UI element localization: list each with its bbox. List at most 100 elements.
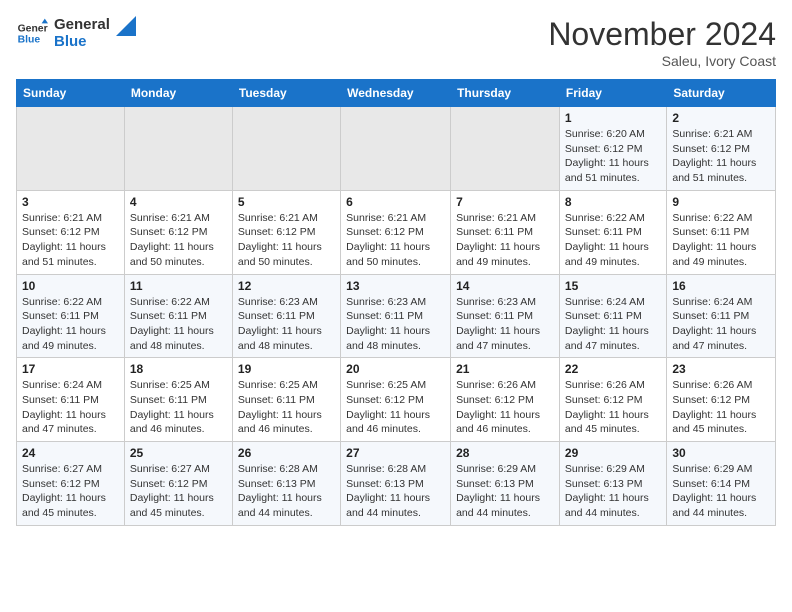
day-info: Sunrise: 6:22 AM Sunset: 6:11 PM Dayligh… — [130, 295, 227, 354]
header-day-thursday: Thursday — [451, 80, 560, 107]
day-info: Sunrise: 6:26 AM Sunset: 6:12 PM Dayligh… — [672, 378, 770, 437]
calendar-cell — [124, 107, 232, 191]
day-info: Sunrise: 6:27 AM Sunset: 6:12 PM Dayligh… — [130, 462, 227, 521]
day-info: Sunrise: 6:26 AM Sunset: 6:12 PM Dayligh… — [565, 378, 661, 437]
day-number: 29 — [565, 446, 661, 460]
calendar-cell: 9 Sunrise: 6:22 AM Sunset: 6:11 PM Daylig… — [667, 190, 776, 274]
calendar-cell: 24 Sunrise: 6:27 AM Sunset: 6:12 PM Dayli… — [17, 442, 125, 526]
calendar-cell: 13Sunrise: 6:23 AM Sunset: 6:11 PM Dayli… — [341, 274, 451, 358]
day-number: 5 — [238, 195, 335, 209]
calendar-cell: 22 Sunrise: 6:26 AM Sunset: 6:12 PM Dayli… — [559, 358, 666, 442]
calendar-cell: 2 Sunrise: 6:21 AM Sunset: 6:12 PM Daylig… — [667, 107, 776, 191]
day-number: 17 — [22, 362, 119, 376]
calendar-cell: 30Sunrise: 6:29 AM Sunset: 6:14 PM Dayli… — [667, 442, 776, 526]
day-number: 4 — [130, 195, 227, 209]
header: General Blue General Blue General Blue N… — [16, 16, 776, 69]
calendar-cell: 8 Sunrise: 6:22 AM Sunset: 6:11 PM Daylig… — [559, 190, 666, 274]
day-number: 6 — [346, 195, 445, 209]
day-number: 8 — [565, 195, 661, 209]
day-info: Sunrise: 6:24 AM Sunset: 6:11 PM Dayligh… — [22, 378, 119, 437]
day-info: Sunrise: 6:22 AM Sunset: 6:11 PM Dayligh… — [672, 211, 770, 270]
day-number: 30 — [672, 446, 770, 460]
day-info: Sunrise: 6:21 AM Sunset: 6:12 PM Dayligh… — [22, 211, 119, 270]
day-number: 22 — [565, 362, 661, 376]
day-number: 20 — [346, 362, 445, 376]
day-info: Sunrise: 6:25 AM Sunset: 6:11 PM Dayligh… — [130, 378, 227, 437]
calendar-cell: 4 Sunrise: 6:21 AM Sunset: 6:12 PM Daylig… — [124, 190, 232, 274]
calendar-table: SundayMondayTuesdayWednesdayThursdayFrid… — [16, 79, 776, 526]
calendar-cell: 23 Sunrise: 6:26 AM Sunset: 6:12 PM Dayli… — [667, 358, 776, 442]
title-area: November 2024 Saleu, Ivory Coast — [548, 16, 776, 69]
calendar-week-1: 1 Sunrise: 6:20 AM Sunset: 6:12 PM Daylig… — [17, 107, 776, 191]
day-info: Sunrise: 6:21 AM Sunset: 6:12 PM Dayligh… — [672, 127, 770, 186]
header-day-friday: Friday — [559, 80, 666, 107]
month-title: November 2024 — [548, 16, 776, 53]
calendar-cell: 21Sunrise: 6:26 AM Sunset: 6:12 PM Dayli… — [451, 358, 560, 442]
day-number: 1 — [565, 111, 661, 125]
logo-triangle-icon — [116, 16, 136, 36]
day-number: 26 — [238, 446, 335, 460]
day-number: 28 — [456, 446, 554, 460]
day-number: 2 — [672, 111, 770, 125]
logo: General Blue General Blue General Blue — [16, 16, 136, 51]
day-info: Sunrise: 6:23 AM Sunset: 6:11 PM Dayligh… — [456, 295, 554, 354]
day-info: Sunrise: 6:28 AM Sunset: 6:13 PM Dayligh… — [238, 462, 335, 521]
day-number: 15 — [565, 279, 661, 293]
location: Saleu, Ivory Coast — [548, 53, 776, 69]
day-number: 7 — [456, 195, 554, 209]
calendar-cell: 6 Sunrise: 6:21 AM Sunset: 6:12 PM Daylig… — [341, 190, 451, 274]
day-info: Sunrise: 6:21 AM Sunset: 6:12 PM Dayligh… — [130, 211, 227, 270]
day-number: 24 — [22, 446, 119, 460]
day-info: Sunrise: 6:21 AM Sunset: 6:12 PM Dayligh… — [346, 211, 445, 270]
day-info: Sunrise: 6:29 AM Sunset: 6:13 PM Dayligh… — [456, 462, 554, 521]
day-number: 25 — [130, 446, 227, 460]
calendar-week-4: 17 Sunrise: 6:24 AM Sunset: 6:11 PM Dayli… — [17, 358, 776, 442]
calendar-cell: 19Sunrise: 6:25 AM Sunset: 6:11 PM Dayli… — [232, 358, 340, 442]
day-number: 27 — [346, 446, 445, 460]
day-info: Sunrise: 6:21 AM Sunset: 6:12 PM Dayligh… — [238, 211, 335, 270]
calendar-cell: 1 Sunrise: 6:20 AM Sunset: 6:12 PM Daylig… — [559, 107, 666, 191]
calendar-cell: 18 Sunrise: 6:25 AM Sunset: 6:11 PM Dayli… — [124, 358, 232, 442]
day-info: Sunrise: 6:21 AM Sunset: 6:11 PM Dayligh… — [456, 211, 554, 270]
day-number: 18 — [130, 362, 227, 376]
day-number: 9 — [672, 195, 770, 209]
logo-icon: General Blue — [16, 17, 48, 49]
calendar-cell: 26 Sunrise: 6:28 AM Sunset: 6:13 PM Dayli… — [232, 442, 340, 526]
calendar-cell: 5 Sunrise: 6:21 AM Sunset: 6:12 PM Daylig… — [232, 190, 340, 274]
calendar-cell — [232, 107, 340, 191]
day-number: 14 — [456, 279, 554, 293]
calendar-cell: 17 Sunrise: 6:24 AM Sunset: 6:11 PM Dayli… — [17, 358, 125, 442]
header-day-sunday: Sunday — [17, 80, 125, 107]
header-day-monday: Monday — [124, 80, 232, 107]
calendar-week-3: 10Sunrise: 6:22 AM Sunset: 6:11 PM Dayli… — [17, 274, 776, 358]
calendar-header-row: SundayMondayTuesdayWednesdayThursdayFrid… — [17, 80, 776, 107]
day-info: Sunrise: 6:24 AM Sunset: 6:11 PM Dayligh… — [672, 295, 770, 354]
calendar-cell — [341, 107, 451, 191]
calendar-cell: 16Sunrise: 6:24 AM Sunset: 6:11 PM Dayli… — [667, 274, 776, 358]
calendar-cell: 20 Sunrise: 6:25 AM Sunset: 6:12 PM Dayli… — [341, 358, 451, 442]
header-day-saturday: Saturday — [667, 80, 776, 107]
calendar-cell: 10Sunrise: 6:22 AM Sunset: 6:11 PM Dayli… — [17, 274, 125, 358]
day-info: Sunrise: 6:27 AM Sunset: 6:12 PM Dayligh… — [22, 462, 119, 521]
day-number: 19 — [238, 362, 335, 376]
day-info: Sunrise: 6:22 AM Sunset: 6:11 PM Dayligh… — [565, 211, 661, 270]
calendar-cell: 14 Sunrise: 6:23 AM Sunset: 6:11 PM Dayli… — [451, 274, 560, 358]
day-number: 12 — [238, 279, 335, 293]
day-number: 3 — [22, 195, 119, 209]
day-number: 23 — [672, 362, 770, 376]
day-info: Sunrise: 6:22 AM Sunset: 6:11 PM Dayligh… — [22, 295, 119, 354]
calendar-cell: 12 Sunrise: 6:23 AM Sunset: 6:11 PM Dayli… — [232, 274, 340, 358]
day-info: Sunrise: 6:20 AM Sunset: 6:12 PM Dayligh… — [565, 127, 661, 186]
calendar-cell: 3 Sunrise: 6:21 AM Sunset: 6:12 PM Daylig… — [17, 190, 125, 274]
day-info: Sunrise: 6:23 AM Sunset: 6:11 PM Dayligh… — [346, 295, 445, 354]
day-info: Sunrise: 6:24 AM Sunset: 6:11 PM Dayligh… — [565, 295, 661, 354]
day-info: Sunrise: 6:23 AM Sunset: 6:11 PM Dayligh… — [238, 295, 335, 354]
calendar-cell — [451, 107, 560, 191]
day-info: Sunrise: 6:29 AM Sunset: 6:13 PM Dayligh… — [565, 462, 661, 521]
day-info: Sunrise: 6:25 AM Sunset: 6:12 PM Dayligh… — [346, 378, 445, 437]
calendar-week-5: 24 Sunrise: 6:27 AM Sunset: 6:12 PM Dayli… — [17, 442, 776, 526]
calendar-week-2: 3 Sunrise: 6:21 AM Sunset: 6:12 PM Daylig… — [17, 190, 776, 274]
calendar-cell: 7 Sunrise: 6:21 AM Sunset: 6:11 PM Daylig… — [451, 190, 560, 274]
header-day-wednesday: Wednesday — [341, 80, 451, 107]
calendar-cell: 28 Sunrise: 6:29 AM Sunset: 6:13 PM Dayli… — [451, 442, 560, 526]
